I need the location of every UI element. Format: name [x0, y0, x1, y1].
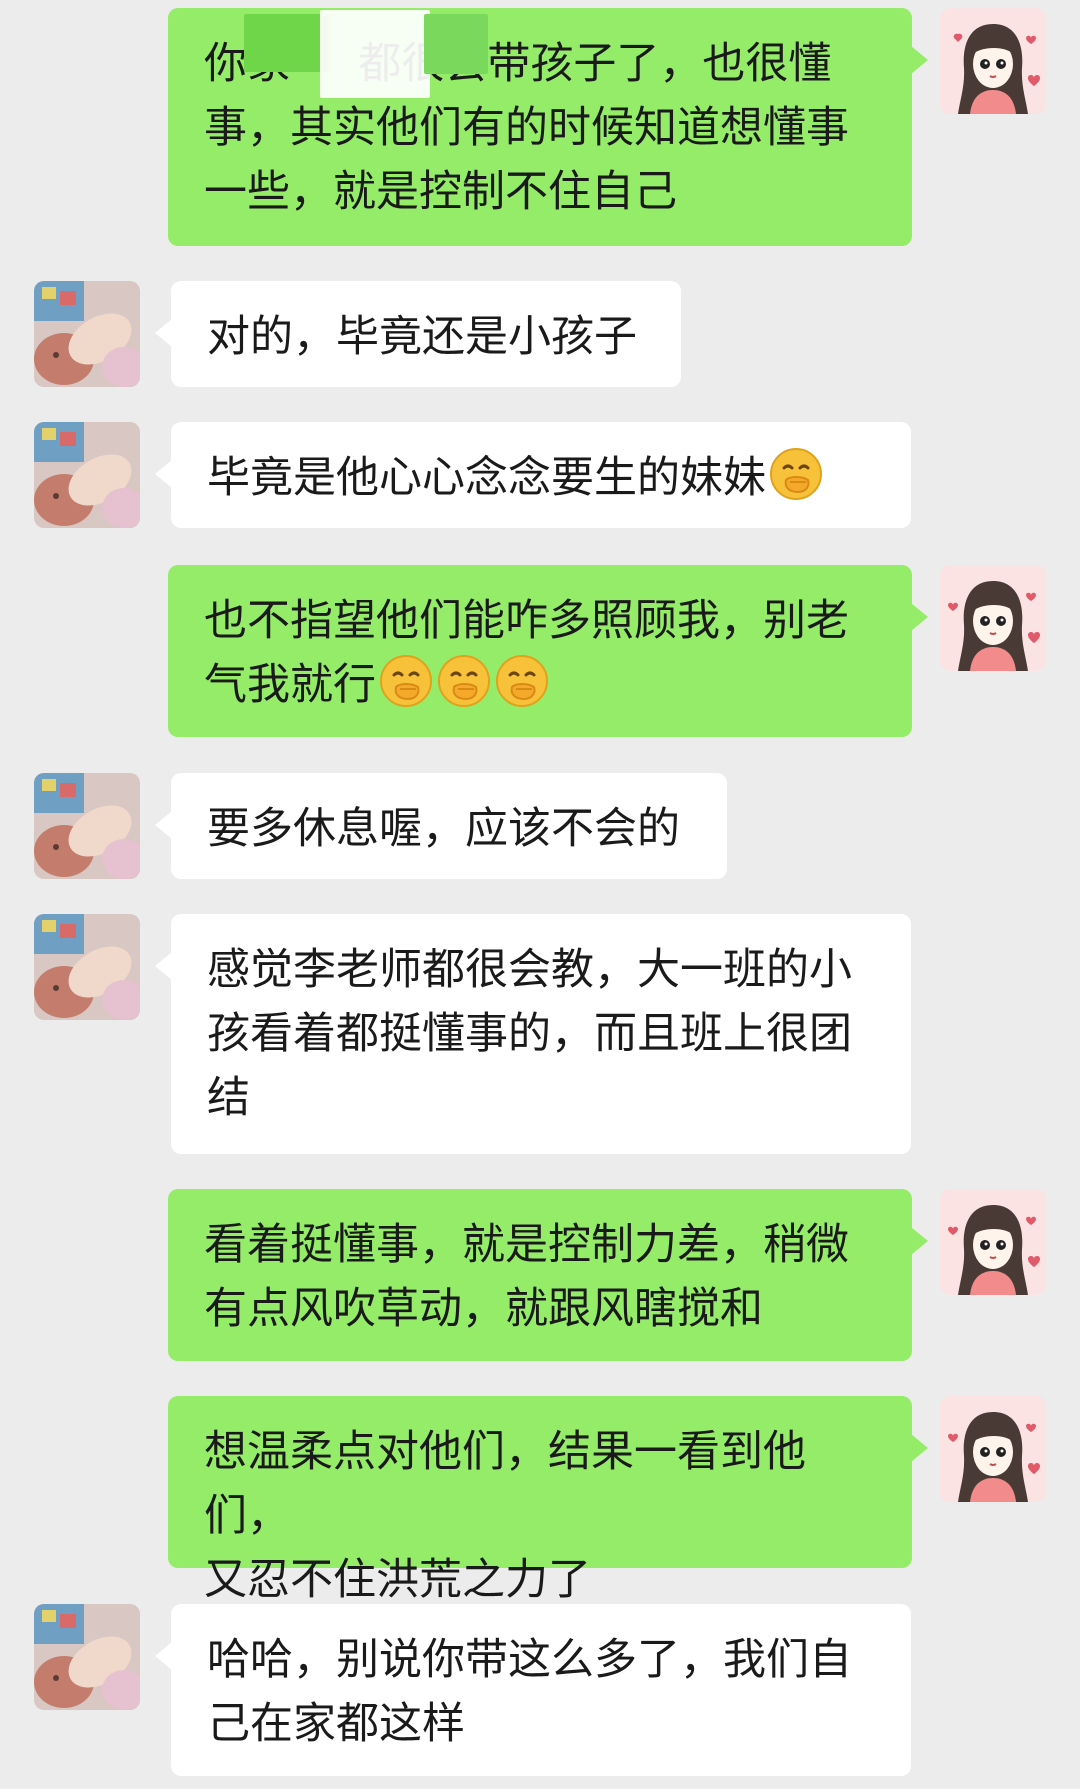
hand-over-mouth-emoji-icon — [438, 655, 490, 707]
contact-avatar[interactable] — [34, 422, 140, 528]
cartoon-girl-avatar-icon — [940, 1396, 1046, 1502]
hand-over-mouth-emoji-icon — [770, 448, 822, 500]
self-avatar[interactable] — [940, 1189, 1046, 1295]
message-text: 对的，毕竟还是小孩子 — [207, 312, 637, 362]
message-text: 想温柔点对他们，结果一看到他们， — [204, 1427, 806, 1541]
contact-avatar[interactable] — [34, 914, 140, 1020]
contact-avatar[interactable] — [34, 281, 140, 387]
message-bubble-outgoing[interactable]: 想温柔点对他们，结果一看到他们， 又忍不住洪荒之力了 — [168, 1396, 928, 1605]
message-bubble-outgoing[interactable]: 你家 都很会带孩子了，也很懂 事，其实他们有的时候知道想懂事 一些，就是控制不住… — [168, 8, 928, 246]
message-text: 有点风吹草动，就跟风瞎搅和 — [204, 1284, 763, 1334]
baby-photo-avatar-icon — [34, 422, 140, 528]
message-text: 哈哈，别说你带这么多了，我们自 — [207, 1635, 852, 1685]
message-text: 也不指望他们能咋多照顾我，别老 — [204, 596, 849, 646]
message-text: 毕竟是他心心念念要生的妹妹 — [207, 453, 766, 503]
cartoon-girl-avatar-icon — [940, 8, 1046, 114]
self-avatar[interactable] — [940, 8, 1046, 114]
baby-photo-avatar-icon — [34, 773, 140, 879]
message-text: 要多休息喔，应该不会的 — [207, 804, 680, 854]
contact-avatar[interactable] — [34, 773, 140, 879]
message-text-line: 气我就行 — [204, 653, 876, 717]
message-bubble-incoming[interactable]: 对的，毕竟还是小孩子 — [155, 281, 681, 387]
contact-avatar[interactable] — [34, 1604, 140, 1710]
message-text: 又忍不住洪荒之力了 — [204, 1555, 591, 1605]
self-avatar[interactable] — [940, 1396, 1046, 1502]
cartoon-girl-avatar-icon — [940, 565, 1046, 671]
message-text: 感觉李老师都很会教，大一班的小 — [207, 945, 852, 995]
message-text: 看着挺懂事，就是控制力差，稍微 — [204, 1220, 849, 1270]
redaction-block — [244, 14, 330, 72]
redaction-block — [320, 10, 430, 98]
chat-message-list[interactable]: 你家 都很会带孩子了，也很懂 事，其实他们有的时候知道想懂事 一些，就是控制不住… — [0, 0, 1080, 1789]
message-text: 己在家都这样 — [207, 1699, 465, 1749]
message-text: 事，其实他们有的时候知道想懂事 — [204, 103, 849, 153]
message-bubble-incoming[interactable]: 毕竟是他心心念念要生的妹妹 — [155, 422, 911, 528]
message-bubble-incoming[interactable]: 感觉李老师都很会教，大一班的小 孩看着都挺懂事的，而且班上很团 结 — [155, 914, 911, 1154]
message-bubble-outgoing[interactable]: 也不指望他们能咋多照顾我，别老 气我就行 — [168, 565, 928, 737]
message-bubble-outgoing[interactable]: 看着挺懂事，就是控制力差，稍微 有点风吹草动，就跟风瞎搅和 — [168, 1189, 928, 1361]
message-bubble-incoming[interactable]: 哈哈，别说你带这么多了，我们自 己在家都这样 — [155, 1604, 911, 1776]
message-text: 一些，就是控制不住自己 — [204, 167, 677, 217]
baby-photo-avatar-icon — [34, 1604, 140, 1710]
cartoon-girl-avatar-icon — [940, 1189, 1046, 1295]
message-bubble-incoming[interactable]: 要多休息喔，应该不会的 — [155, 773, 727, 879]
message-text: 孩看着都挺懂事的，而且班上很团 — [207, 1009, 852, 1059]
hand-over-mouth-emoji-icon — [380, 655, 432, 707]
message-text: 气我就行 — [204, 660, 376, 710]
hand-over-mouth-emoji-icon — [496, 655, 548, 707]
baby-photo-avatar-icon — [34, 281, 140, 387]
self-avatar[interactable] — [940, 565, 1046, 671]
message-text: 结 — [207, 1073, 250, 1123]
redaction-block — [424, 14, 488, 74]
baby-photo-avatar-icon — [34, 914, 140, 1020]
